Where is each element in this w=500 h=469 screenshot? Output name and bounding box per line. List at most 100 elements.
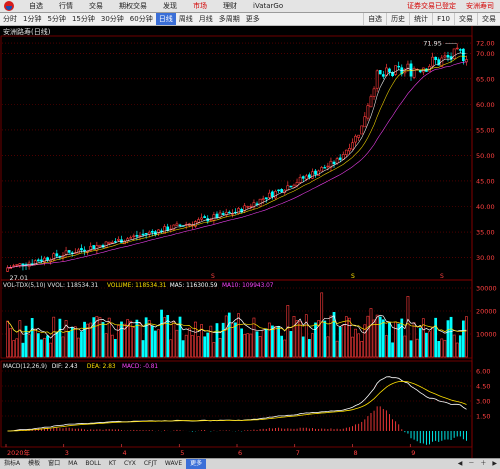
period-tab-multi[interactable]: 多周期 (216, 13, 243, 25)
indicator-tab-cyx[interactable]: CYX (120, 459, 140, 469)
menu-item-watchlist[interactable]: 自选 (21, 0, 51, 13)
volume-bar (33, 328, 37, 358)
toolbar-trade-button[interactable]: 交易 (454, 13, 477, 25)
menu-item-discover[interactable]: 发现 (155, 0, 185, 13)
price-tick-label: 45.00 (476, 177, 495, 185)
volume-bar (403, 335, 407, 358)
candle-body (341, 154, 345, 160)
candle-body (18, 263, 22, 266)
menu-item-trade[interactable]: 交易 (81, 0, 111, 13)
toolbar-trade-button-2[interactable]: 交易 (477, 13, 500, 25)
menu-item-quotes[interactable]: 行情 (51, 0, 81, 13)
volume-bar (455, 342, 459, 358)
volume-bar (304, 314, 308, 358)
toolbar-watchlist-button[interactable]: 自选 (363, 13, 386, 25)
event-mark[interactable]: S (211, 273, 215, 280)
candle-body (271, 191, 274, 197)
volume-bar (218, 338, 222, 358)
candle-body (120, 239, 123, 243)
volume-bar (283, 339, 287, 358)
period-tab-more[interactable]: 更多 (243, 13, 263, 25)
period-tab-daily[interactable]: 日线 (155, 13, 176, 25)
volume-bar (132, 327, 136, 358)
candle-body (46, 257, 49, 261)
candle-body (360, 125, 364, 135)
volume-bar (440, 338, 444, 358)
candle-body (366, 105, 370, 119)
price-tick-label: 60.00 (476, 101, 495, 109)
candle-body (261, 198, 265, 201)
volume-bar (6, 320, 9, 358)
volume-bar (446, 320, 450, 358)
zoom-in-button[interactable]: ＋ (477, 459, 489, 469)
candle-body (12, 265, 16, 267)
menu-item-finance[interactable]: 理财 (215, 0, 245, 13)
scroll-left-button[interactable]: ◀ (455, 459, 466, 469)
period-tab-60min[interactable]: 60分钟 (127, 13, 156, 25)
candle-body (277, 189, 280, 192)
login-status-link[interactable]: 证券交易已登定 (407, 1, 456, 11)
candle-body (166, 226, 170, 231)
volume-bar (255, 331, 259, 358)
volume-bar (351, 336, 354, 358)
volume-bar (58, 318, 62, 358)
volume-bar (434, 317, 438, 358)
candle-body (15, 264, 19, 266)
volume-bar (338, 326, 342, 358)
toolbar-history-button[interactable]: 历史 (386, 13, 409, 25)
event-mark[interactable]: S (351, 273, 355, 280)
volume-bar (301, 336, 305, 358)
period-tab-intraday[interactable]: 分时 (0, 13, 20, 25)
volume-bar (378, 316, 382, 358)
volume-bar (298, 321, 302, 358)
volume-bar (49, 342, 53, 358)
indicator-tab-window[interactable]: 窗口 (44, 459, 64, 469)
kline-chart[interactable]: 安洲路寿(日线) 72.00 70.00 65.00 60.00 55.00 50.00 4… (0, 26, 500, 458)
indicator-tab-wave[interactable]: WAVE (161, 459, 186, 469)
period-tab-30min[interactable]: 30分钟 (98, 13, 127, 25)
volume-bar (67, 331, 71, 358)
indicator-tab-cfjt[interactable]: CFJT (140, 459, 161, 469)
indicator-tab-ma[interactable]: MA (64, 459, 81, 469)
macd-legend-item: DEA: 2.83 (87, 364, 116, 370)
volume-bar (144, 317, 148, 358)
period-tab-monthly[interactable]: 月线 (196, 13, 216, 25)
toolbar-f10-button[interactable]: F10 (432, 13, 454, 25)
price-tick-label: 50.00 (476, 152, 495, 160)
candle-body (200, 217, 203, 220)
menu-item-ivatargo[interactable]: iVatarGo (245, 0, 291, 13)
event-mark[interactable]: S (440, 273, 444, 280)
candle-body (92, 245, 96, 250)
indicator-tab-more[interactable]: 更多 (186, 459, 207, 469)
candle-body (431, 56, 434, 67)
candle-body (258, 198, 262, 207)
volume-bar (24, 325, 28, 358)
volume-bar (212, 342, 216, 358)
candle-body (301, 176, 305, 179)
zoom-out-button[interactable]: － (465, 459, 477, 469)
candle-body (113, 241, 117, 243)
menu-item-options[interactable]: 期权交易 (111, 0, 155, 13)
scroll-right-button[interactable]: ▶ (489, 459, 500, 469)
period-tab-weekly[interactable]: 周线 (176, 13, 196, 25)
candle-body (264, 197, 268, 200)
candle-body (332, 161, 336, 165)
volume-bar (243, 333, 247, 358)
menu-item-market[interactable]: 市场 (185, 0, 215, 13)
indicator-tab-kt[interactable]: KT (105, 459, 120, 469)
candle-body (150, 231, 154, 233)
indicator-tab-a[interactable]: 指标A (0, 459, 24, 469)
indicator-tab-template[interactable]: 模板 (24, 459, 44, 469)
candle-body (104, 241, 108, 249)
period-tab-15min[interactable]: 15分钟 (69, 13, 98, 25)
volume-bar (341, 325, 345, 358)
candle-body (375, 70, 379, 89)
toolbar-stats-button[interactable]: 统计 (409, 13, 432, 25)
period-tab-1min[interactable]: 1分钟 (20, 13, 44, 25)
date-tick-label: 5 (180, 449, 184, 457)
indicator-tab-boll[interactable]: BOLL (81, 459, 104, 469)
candle-body (446, 55, 450, 58)
volume-bar (425, 332, 428, 358)
user-name-link[interactable]: 安洲寿司 (466, 1, 494, 11)
period-tab-5min[interactable]: 5分钟 (44, 13, 68, 25)
